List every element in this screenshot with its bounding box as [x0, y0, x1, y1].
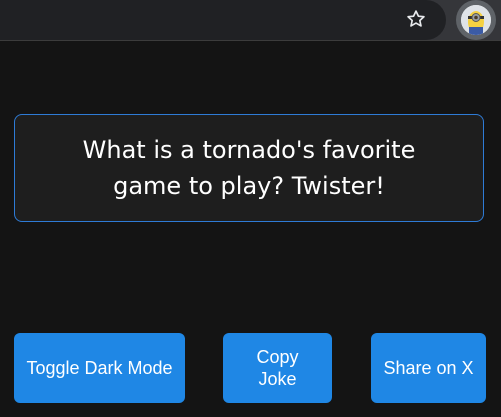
toggle-dark-mode-button[interactable]: Toggle Dark Mode — [14, 333, 185, 403]
share-on-x-button[interactable]: Share on X — [371, 333, 486, 403]
address-bar[interactable] — [0, 0, 446, 40]
page-content: What is a tornado's favorite game to pla… — [0, 41, 501, 417]
profile-avatar-icon — [461, 5, 491, 35]
copy-joke-button[interactable]: Copy Joke — [223, 333, 332, 403]
browser-toolbar — [0, 0, 501, 40]
profile-button[interactable] — [456, 0, 496, 40]
bookmark-star-icon[interactable] — [405, 8, 427, 30]
joke-text: What is a tornado's favorite game to pla… — [14, 114, 484, 222]
